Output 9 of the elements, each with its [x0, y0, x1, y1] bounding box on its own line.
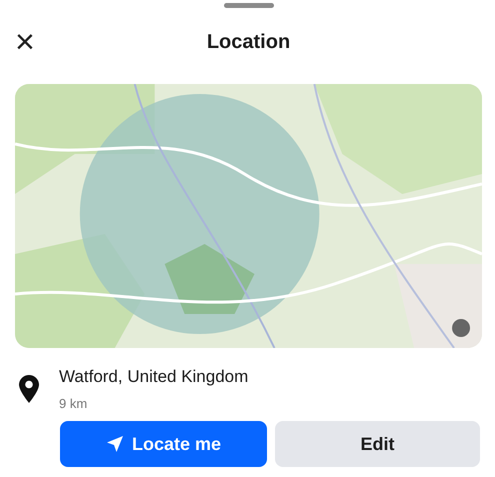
locate-me-button[interactable]: Locate me [60, 421, 267, 467]
radius-text: 9 km [59, 394, 88, 412]
close-button[interactable]: × [15, 25, 35, 59]
edit-button[interactable]: Edit [275, 421, 480, 467]
drag-handle[interactable] [224, 3, 274, 8]
location-pin-icon [19, 374, 39, 402]
navigation-arrow-icon [106, 435, 124, 453]
place-name: Watford, United Kingdom [59, 366, 248, 388]
sheet-title: Location [206, 30, 290, 55]
